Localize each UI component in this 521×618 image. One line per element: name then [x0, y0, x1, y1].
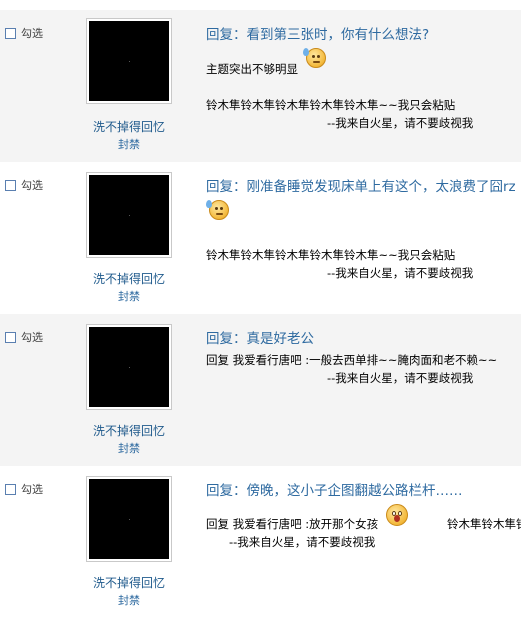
select-checkbox-wrap[interactable]: 勾选 — [5, 177, 43, 193]
ban-link[interactable]: 封禁 — [80, 136, 178, 152]
avatar-image — [89, 327, 169, 407]
select-checkbox-label: 勾选 — [21, 331, 43, 344]
post-title[interactable]: 回复：傍晚，这小子企图翻越公路栏杆…… — [206, 479, 463, 499]
avatar-image — [89, 175, 169, 255]
username-link[interactable]: 洗不掉得回忆 — [80, 422, 178, 439]
username-link[interactable]: 洗不掉得回忆 — [80, 270, 178, 287]
select-checkbox-wrap[interactable]: 勾选 — [5, 481, 43, 497]
avatar[interactable] — [86, 476, 172, 562]
signature-text: 铃木隼铃木隼铃 — [447, 517, 521, 531]
username-link[interactable]: 洗不掉得回忆 — [80, 118, 178, 135]
avatar-image — [89, 21, 169, 101]
post-title[interactable]: 回复：看到第三张时，你有什么想法? — [206, 23, 429, 43]
signature-motto: --我来自火星，请不要歧视我 — [327, 266, 474, 280]
sweat-face-icon — [206, 200, 229, 220]
signature-motto: --我来自火星，请不要歧视我 — [327, 371, 474, 385]
post-item: 勾选 洗不掉得回忆 封禁 回复：傍晚，这小子企图翻越公路栏杆…… 回复 我爱看行… — [0, 466, 521, 618]
select-checkbox-label: 勾选 — [21, 179, 43, 192]
post-item: 勾选 洗不掉得回忆 封禁 回复：真是好老公 回复 我爱看行唐吧 :一般去西单排~… — [0, 314, 521, 466]
ban-link[interactable]: 封禁 — [80, 592, 178, 608]
select-checkbox-label: 勾选 — [21, 483, 43, 496]
username-link[interactable]: 洗不掉得回忆 — [80, 574, 178, 591]
select-checkbox[interactable] — [5, 179, 16, 191]
select-checkbox-wrap[interactable]: 勾选 — [5, 329, 43, 345]
select-checkbox-label: 勾选 — [21, 27, 43, 40]
post-item: 勾选 洗不掉得回忆 封禁 回复：看到第三张时，你有什么想法? 主题突出不够明显 … — [0, 10, 521, 162]
post-title[interactable]: 回复：真是好老公 — [206, 327, 314, 347]
post-text: 回复 我爱看行唐吧 :放开那个女孩 — [206, 517, 379, 531]
shocked-face-icon — [386, 504, 408, 526]
select-checkbox[interactable] — [5, 27, 16, 39]
signature-text: 铃木隼铃木隼铃木隼铃木隼铃木隼~~我只会粘贴 — [206, 98, 456, 112]
post-text: 主题突出不够明显 — [206, 62, 298, 76]
avatar[interactable] — [86, 172, 172, 258]
signature-text: 铃木隼铃木隼铃木隼铃木隼铃木隼~~我只会粘贴 — [206, 248, 456, 262]
ban-link[interactable]: 封禁 — [80, 288, 178, 304]
select-checkbox-wrap[interactable]: 勾选 — [5, 25, 43, 41]
avatar-image — [89, 479, 169, 559]
avatar[interactable] — [86, 18, 172, 104]
sweat-face-icon — [303, 48, 326, 68]
post-title[interactable]: 回复：刚准备睡觉发现床单上有这个，太浪费了囧rz — [206, 175, 516, 195]
post-item: 勾选 洗不掉得回忆 封禁 回复：刚准备睡觉发现床单上有这个，太浪费了囧rz 铃木… — [0, 162, 521, 314]
select-checkbox[interactable] — [5, 483, 16, 495]
select-checkbox[interactable] — [5, 331, 16, 343]
post-text: 回复 我爱看行唐吧 :一般去西单排~~腌肉面和老不赖~~ — [206, 353, 498, 367]
signature-motto: --我来自火星，请不要歧视我 — [229, 535, 376, 549]
signature-motto: --我来自火星，请不要歧视我 — [327, 116, 474, 130]
ban-link[interactable]: 封禁 — [80, 440, 178, 456]
avatar[interactable] — [86, 324, 172, 410]
